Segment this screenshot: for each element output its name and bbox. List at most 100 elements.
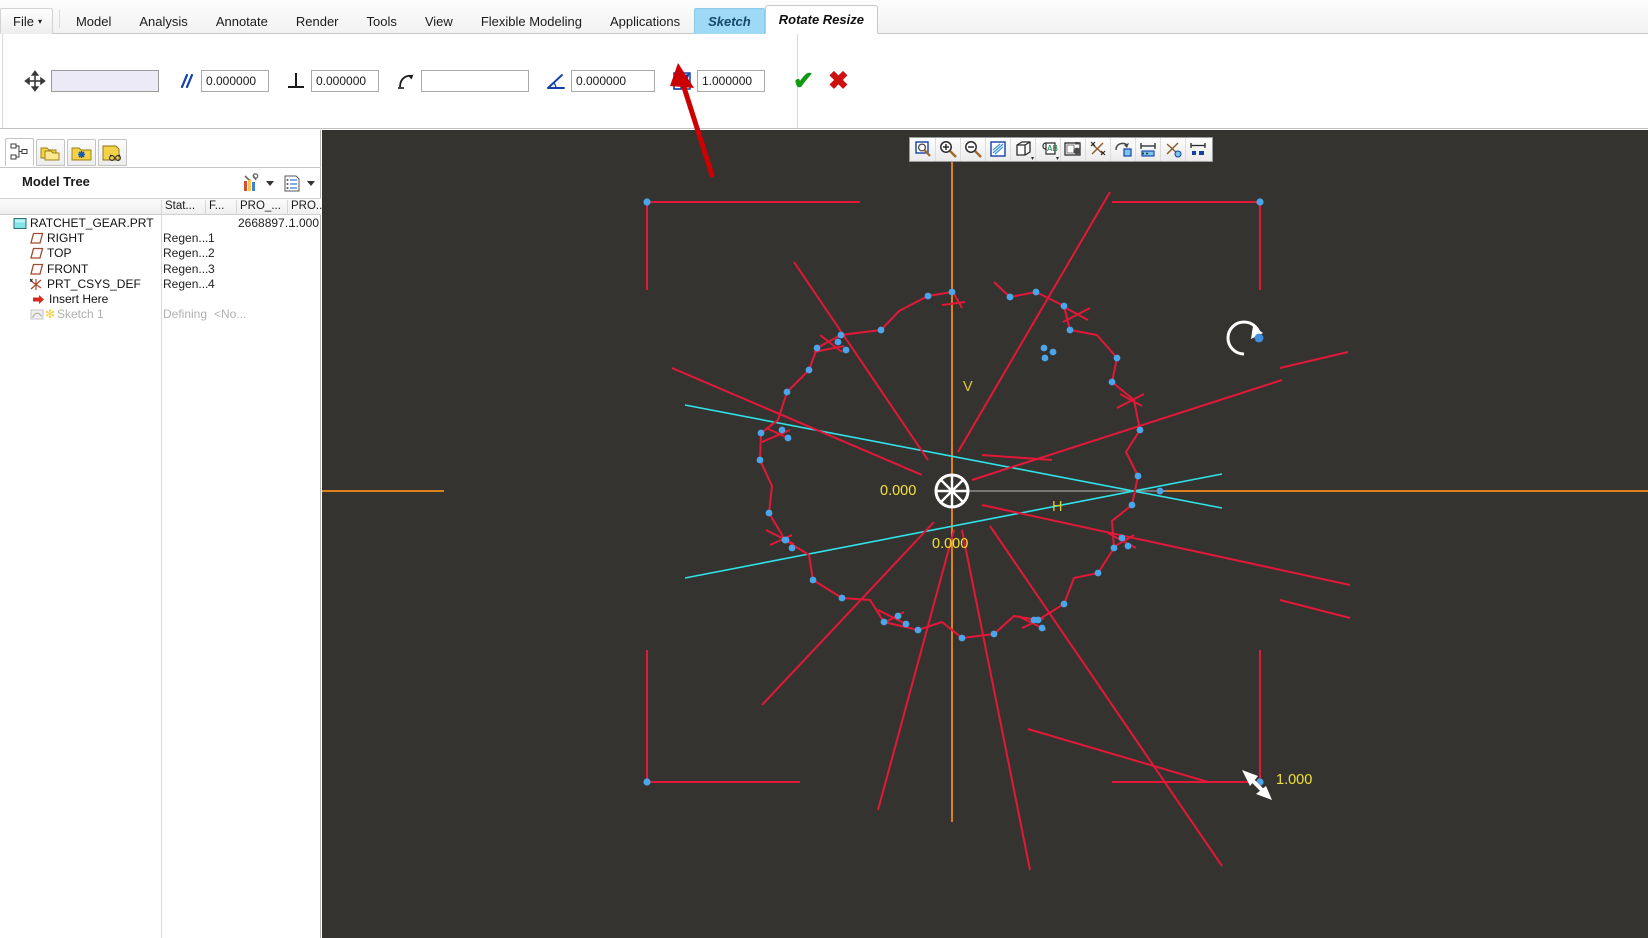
table-row[interactable]: FRONT Regen... 3 [0,262,321,277]
tab-file[interactable]: File ▾ [0,8,53,34]
nav-tab-model-tree[interactable] [5,138,34,166]
insert-arrow-icon [32,293,46,306]
scale-dim-label[interactable]: 1.000 [1276,772,1312,788]
tab-sketch[interactable]: Sketch [694,8,765,34]
rotate-angle-field[interactable] [571,70,655,92]
tab-flexible-modeling[interactable]: Flexible Modeling [467,8,596,34]
parallel-icon [175,70,197,92]
tab-annotate[interactable]: Annotate [202,8,282,34]
navigator-tab-strip [5,138,129,166]
sketch-canvas[interactable] [322,130,1648,938]
tab-view[interactable]: View [411,8,467,34]
zoom-out-icon[interactable] [961,138,986,161]
nav-tab-favorites[interactable] [67,139,96,166]
folder-browser-icon [40,147,60,161]
tree-display-button[interactable] [281,173,303,193]
table-row[interactable]: ✻ Sketch 1 Defining <No... [0,307,321,322]
tab-render[interactable]: Render [282,8,353,34]
accept-button[interactable]: ✔ [793,68,814,94]
scale-icon [671,70,693,92]
tree-item-label: Sketch 1 [57,307,104,322]
tab-file-label: File [13,14,34,29]
nav-tab-layers[interactable] [98,139,127,166]
datum-plane-icon [30,263,44,276]
tree-item-status: Regen... [163,261,209,276]
tree-item-label: TOP [47,246,72,261]
nav-tab-folders[interactable] [36,139,65,166]
tree-item-featno: 1 [208,231,215,246]
tools-icon [244,173,259,191]
datum-display-icon[interactable] [1086,138,1111,161]
constraint-display-icon[interactable] [1186,138,1211,161]
tree-settings-button[interactable] [240,173,262,193]
detached-entities [1027,351,1351,783]
column-pro-2[interactable]: PRO... [291,200,326,212]
column-pro-1[interactable]: PRO_... [240,200,281,212]
translate-y-dim-label[interactable]: 0.000 [932,536,968,552]
rotate-resize-dashboard: ✔ ✖ [0,34,1648,129]
table-row[interactable]: TOP Regen... 2 [0,246,321,261]
column-feat-no[interactable]: F... [209,200,224,212]
tab-rotate-resize[interactable]: Rotate Resize [764,5,878,34]
scale-handle [1242,770,1272,800]
model-tree-column-header: Stat... F... PRO_... PRO... [0,198,326,215]
table-row[interactable]: RATCHET_GEAR.PRT 2668897... 1.000 [0,216,321,231]
annotation-display-icon[interactable]: AB [1036,138,1061,161]
tree-item-status: Regen... [163,246,209,261]
tree-item-pro1: 2668897... [238,216,295,230]
datum-plane-icon [30,232,44,245]
tree-settings-chevron-down-icon[interactable] [266,179,275,188]
tree-item-featno: 2 [208,246,215,261]
named-views-icon[interactable] [1061,138,1086,161]
model-tree-header: Model Tree [0,170,321,196]
ribbon-tab-strip: File ▾ Model Analysis Annotate Render Too… [0,4,878,34]
tab-applications[interactable]: Applications [596,8,694,34]
chevron-down-icon: ▾ [37,17,42,26]
tree-item-featno: 4 [208,276,215,291]
column-divider [236,200,237,215]
rotate-handle [1226,320,1264,356]
graphics-area[interactable]: AB V H 0.000 0.000 1.000 [322,130,1648,938]
tree-item-status: Defining [163,307,208,322]
ratchet-gear-profile [758,281,1141,639]
tree-display-chevron-down-icon[interactable] [307,179,316,188]
scale-factor-field[interactable] [697,70,765,92]
sketcher-display-icon[interactable] [1136,138,1161,161]
sketcher-diagnostics-icon[interactable] [1161,138,1186,161]
cancel-button[interactable]: ✖ [828,68,849,94]
repaint-icon[interactable] [986,138,1011,161]
ribbon-bar: File ▾ Model Analysis Annotate Render Too… [0,0,1648,34]
navigator-panel: Model Tree Stat... F... PRO_... PRO... R… [0,130,326,938]
refit-icon[interactable] [911,138,936,161]
tab-tools[interactable]: Tools [353,8,411,34]
perpendicular-icon [285,70,307,92]
column-status[interactable]: Stat... [165,200,195,212]
display-style-icon[interactable] [1011,138,1036,161]
tree-item-status: Regen... [163,231,209,246]
translate-x-dim-label[interactable]: 0.000 [880,483,916,499]
zoom-in-icon[interactable] [936,138,961,161]
tab-analysis[interactable]: Analysis [125,8,201,34]
angle-icon [545,70,567,92]
model-tree-icon [10,143,28,160]
translate-x-field[interactable] [201,70,269,92]
column-divider [287,200,288,215]
svg-text:AB: AB [1047,144,1058,153]
rotate-ref-field[interactable] [421,70,529,92]
sketch-view-icon[interactable] [1111,138,1136,161]
model-tree: RATCHET_GEAR.PRT 2668897... 1.000 RIGHT … [0,216,321,322]
tree-item-label: RATCHET_GEAR.PRT [30,216,154,230]
tree-item-label: Insert Here [49,291,109,306]
datum-plane-icon [30,247,44,260]
move-arrows-icon [24,70,46,92]
graphics-toolbar[interactable]: AB [909,137,1213,162]
table-row[interactable]: RIGHT Regen... 1 [0,231,321,246]
translate-y-field[interactable] [311,70,379,92]
table-row[interactable]: PRT_CSYS_DEF Regen... 4 [0,277,321,292]
navigator-tab-underline [0,167,321,168]
tab-model[interactable]: Model [62,8,125,34]
reference-field[interactable] [51,70,159,92]
column-divider [205,200,206,215]
tree-vertical-divider [161,215,162,938]
table-row[interactable]: Insert Here [0,292,321,307]
